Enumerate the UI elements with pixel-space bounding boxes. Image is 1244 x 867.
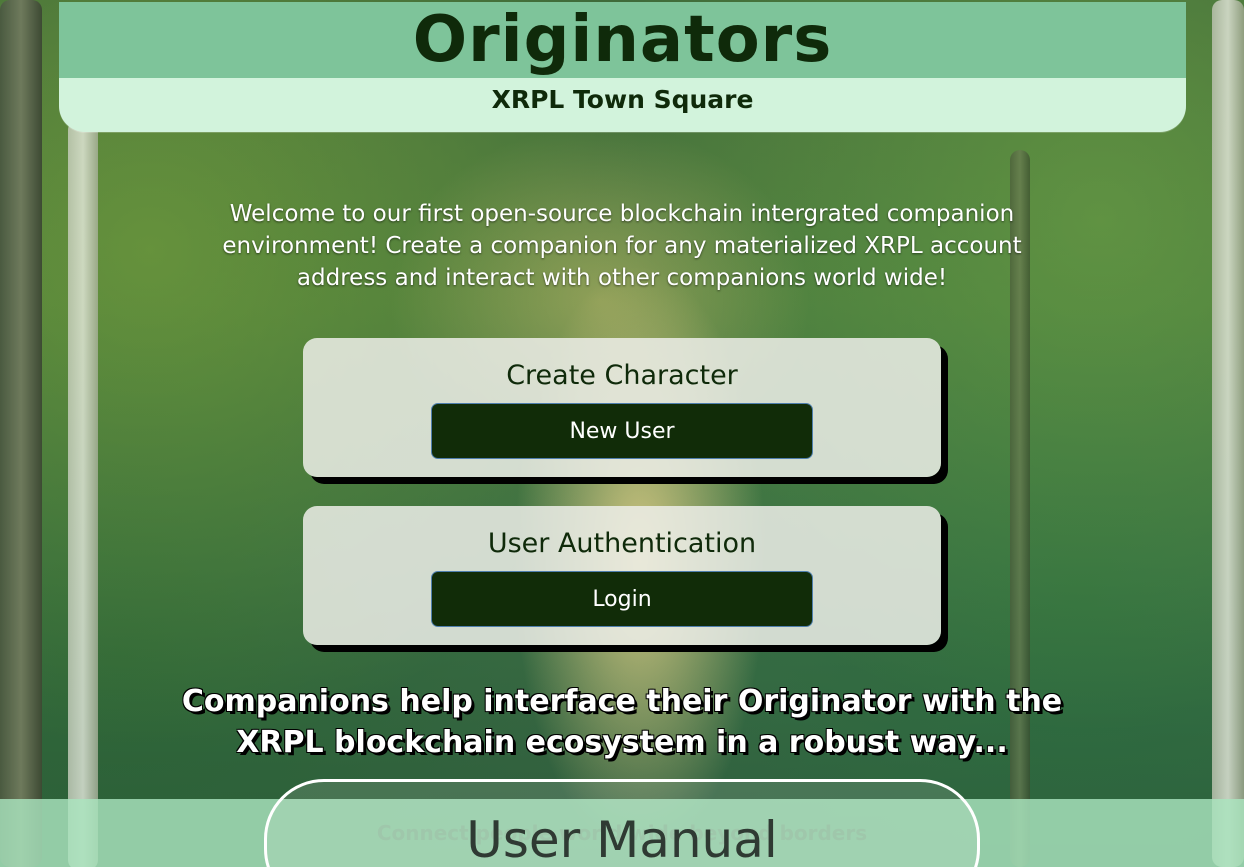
user-authentication-title: User Authentication: [487, 528, 757, 559]
create-character-card: Create Character New User: [303, 338, 941, 477]
tagline: Companions help interface their Originat…: [181, 684, 1063, 760]
app-title: Originators: [412, 3, 833, 77]
header-title-band: Originators: [59, 2, 1186, 78]
create-character-title: Create Character: [506, 360, 738, 391]
user-manual-label[interactable]: User Manual: [264, 808, 980, 867]
background-tree-trunk: [68, 120, 98, 867]
background-tree-trunk: [1212, 0, 1244, 867]
background-tree-trunk: [0, 0, 42, 867]
site-header: Originators XRPL Town Square: [59, 2, 1186, 132]
app-subtitle: XRPL Town Square: [491, 85, 754, 114]
intro-text: Welcome to our first open-source blockch…: [222, 201, 1022, 291]
login-button[interactable]: Login: [431, 571, 813, 627]
user-authentication-card: User Authentication Login: [303, 506, 941, 645]
page: Originators XRPL Town Square Welcome to …: [0, 0, 1244, 867]
new-user-button[interactable]: New User: [431, 403, 813, 459]
